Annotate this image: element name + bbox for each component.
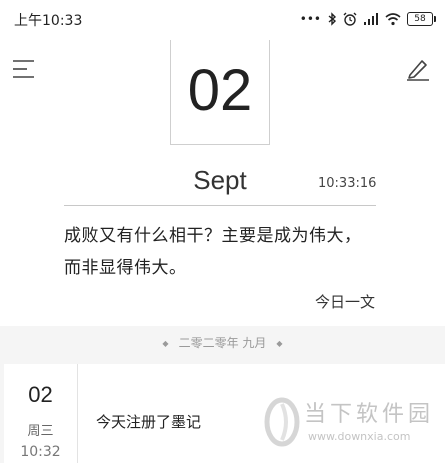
more-dots-icon: ••• (299, 12, 321, 26)
daily-quote-source[interactable]: 今日一文 (315, 291, 375, 312)
status-bar: 上午10:33 ••• 58 (0, 0, 445, 38)
battery-icon: 58 (407, 12, 436, 26)
divider (64, 205, 376, 206)
entry-weekday: 周三 (27, 424, 54, 439)
entry-day: 02 (28, 382, 53, 407)
diamond-icon: ◆ (276, 339, 283, 348)
watermark-url: www.downxia.com (308, 430, 411, 443)
current-clock: 10:33:16 (318, 176, 377, 191)
entry-text: 今天注册了墨记 (96, 413, 202, 431)
watermark-logo-icon (264, 397, 300, 447)
cellular-signal-icon (364, 13, 378, 25)
entry-time: 10:32 (20, 444, 61, 460)
diamond-icon: ◆ (162, 339, 169, 348)
status-time: 上午10:33 (14, 13, 83, 29)
today-day: 02 (187, 58, 253, 123)
daily-quote-text[interactable]: 成败又有什么相干？主要是成为伟大，而非显得伟大。 (64, 220, 364, 284)
status-icons: ••• 58 (299, 10, 436, 28)
menu-icon[interactable] (12, 58, 36, 80)
watermark-title: 当下软件园 (304, 402, 435, 427)
edit-pencil-icon[interactable] (405, 56, 431, 82)
alarm-icon (343, 12, 357, 26)
month-group-header: ◆ 二零二零年 九月 ◆ (0, 334, 445, 351)
month-group-label: 二零二零年 九月 (178, 336, 267, 350)
watermark: 当下软件园 www.downxia.com (260, 392, 440, 452)
today-date-box: 02 (170, 40, 270, 145)
bluetooth-icon (328, 12, 337, 26)
wifi-icon (385, 13, 401, 26)
entry-date-column: 02 周三 10:32 (4, 364, 78, 463)
